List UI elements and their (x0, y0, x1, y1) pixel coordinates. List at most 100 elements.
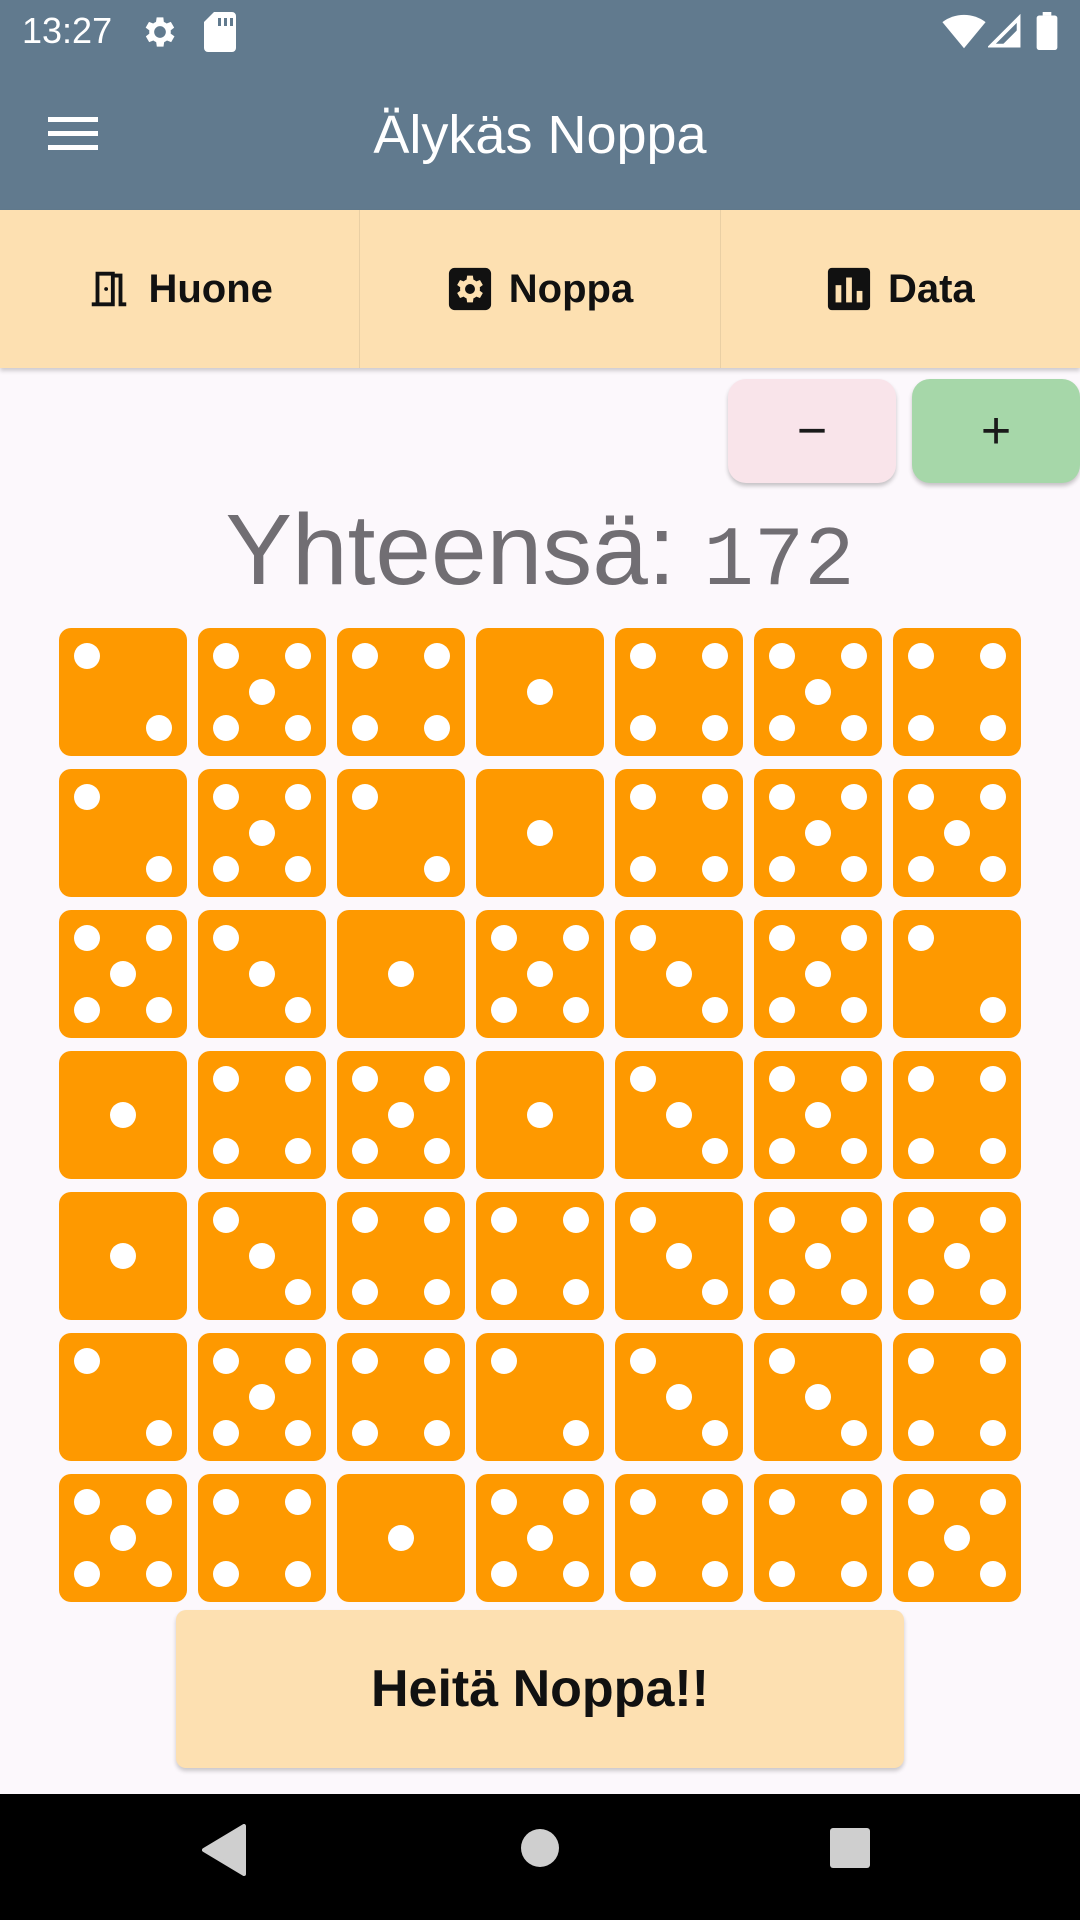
die-37[interactable] (198, 1333, 326, 1461)
increase-dice-button[interactable]: + (912, 379, 1080, 483)
die-pip (908, 714, 935, 741)
die-32[interactable] (476, 1192, 604, 1320)
die-20[interactable] (754, 910, 882, 1038)
die-40[interactable] (615, 1333, 743, 1461)
die-pip (145, 996, 172, 1023)
die-44[interactable] (198, 1474, 326, 1602)
die-pip (423, 643, 450, 670)
die-pip (666, 1243, 692, 1269)
die-23[interactable] (198, 1051, 326, 1179)
die-pip (805, 961, 831, 987)
die-14[interactable] (893, 769, 1021, 897)
die-pip (630, 784, 657, 811)
die-43[interactable] (59, 1474, 187, 1602)
die-pip (388, 961, 414, 987)
die-pip (805, 1384, 831, 1410)
back-triangle-icon[interactable] (202, 1824, 246, 1881)
die-24[interactable] (337, 1051, 465, 1179)
die-pip (630, 1489, 657, 1516)
die-pip (908, 855, 935, 882)
die-pip (145, 1419, 172, 1446)
die-pip (979, 855, 1006, 882)
roll-dice-button[interactable]: Heitä Noppa!! (176, 1610, 904, 1768)
die-3[interactable] (337, 628, 465, 756)
die-1[interactable] (59, 628, 187, 756)
die-21[interactable] (893, 910, 1021, 1038)
die-8[interactable] (59, 769, 187, 897)
die-16[interactable] (198, 910, 326, 1038)
die-pip (840, 714, 867, 741)
die-7[interactable] (893, 628, 1021, 756)
die-pip (284, 1066, 311, 1093)
die-30[interactable] (198, 1192, 326, 1320)
die-17[interactable] (337, 910, 465, 1038)
decrease-dice-button[interactable]: − (728, 379, 896, 483)
die-29[interactable] (59, 1192, 187, 1320)
recents-square-icon[interactable] (830, 1828, 870, 1873)
die-pip (213, 643, 240, 670)
die-4[interactable] (476, 628, 604, 756)
die-47[interactable] (615, 1474, 743, 1602)
die-26[interactable] (615, 1051, 743, 1179)
die-33[interactable] (615, 1192, 743, 1320)
die-6[interactable] (754, 628, 882, 756)
die-49[interactable] (893, 1474, 1021, 1602)
die-42[interactable] (893, 1333, 1021, 1461)
plus-label: + (980, 402, 1012, 460)
die-39[interactable] (476, 1333, 604, 1461)
die-pip (769, 1489, 796, 1516)
die-pip (562, 925, 589, 952)
die-18[interactable] (476, 910, 604, 1038)
die-pip (213, 784, 240, 811)
die-9[interactable] (198, 769, 326, 897)
die-48[interactable] (754, 1474, 882, 1602)
die-27[interactable] (754, 1051, 882, 1179)
die-pip (213, 1066, 240, 1093)
die-pip (249, 820, 275, 846)
die-pip (840, 1489, 867, 1516)
die-pip (145, 855, 172, 882)
die-pip (284, 784, 311, 811)
die-28[interactable] (893, 1051, 1021, 1179)
tab-huone[interactable]: Huone (0, 210, 361, 368)
die-13[interactable] (754, 769, 882, 897)
tab-noppa[interactable]: Noppa (360, 210, 721, 368)
die-15[interactable] (59, 910, 187, 1038)
die-pip (979, 996, 1006, 1023)
die-35[interactable] (893, 1192, 1021, 1320)
die-38[interactable] (337, 1333, 465, 1461)
die-pip (562, 1207, 589, 1234)
die-46[interactable] (476, 1474, 604, 1602)
die-pip (979, 1278, 1006, 1305)
die-pip (769, 1348, 796, 1375)
die-10[interactable] (337, 769, 465, 897)
die-pip (840, 643, 867, 670)
die-pip (352, 1419, 379, 1446)
die-34[interactable] (754, 1192, 882, 1320)
die-pip (213, 1489, 240, 1516)
tab-bar: Huone Noppa Data (0, 210, 1080, 368)
die-pip (769, 1207, 796, 1234)
die-45[interactable] (337, 1474, 465, 1602)
die-pip (423, 855, 450, 882)
die-36[interactable] (59, 1333, 187, 1461)
die-41[interactable] (754, 1333, 882, 1461)
die-2[interactable] (198, 628, 326, 756)
door-icon (86, 266, 132, 312)
die-31[interactable] (337, 1192, 465, 1320)
status-bar: 13:27 (0, 0, 1080, 62)
die-11[interactable] (476, 769, 604, 897)
die-22[interactable] (59, 1051, 187, 1179)
die-pip (352, 1348, 379, 1375)
die-pip (213, 855, 240, 882)
die-pip (213, 1348, 240, 1375)
die-19[interactable] (615, 910, 743, 1038)
die-25[interactable] (476, 1051, 604, 1179)
die-12[interactable] (615, 769, 743, 897)
die-pip (213, 1137, 240, 1164)
die-5[interactable] (615, 628, 743, 756)
tab-data[interactable]: Data (721, 210, 1080, 368)
die-pip (352, 714, 379, 741)
die-pip (701, 1489, 728, 1516)
home-circle-icon[interactable] (520, 1828, 560, 1873)
